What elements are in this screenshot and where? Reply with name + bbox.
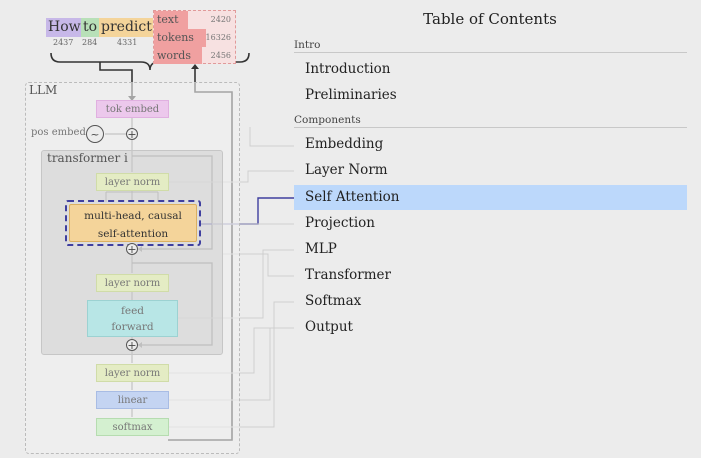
self-attention-box[interactable]: multi-head, causal self-attention [65, 200, 201, 246]
toc-title: Table of Contents [423, 10, 557, 28]
token-id: 284 [82, 38, 98, 47]
toc-item-embedding[interactable]: Embedding [294, 132, 687, 157]
layer-norm-box[interactable]: layer norm [96, 364, 169, 382]
toc-item-transformer[interactable]: Transformer [294, 263, 687, 288]
output-value-text: 2420 [210, 15, 231, 24]
toc-item-self-attention[interactable]: Self Attention [294, 185, 687, 210]
token-predict[interactable]: predict [99, 18, 154, 37]
layer-norm-box[interactable]: layer norm [96, 274, 169, 292]
toc-item-projection[interactable]: Projection [294, 211, 687, 236]
toc-item-output[interactable]: Output [294, 315, 687, 340]
transformer-label: transformer i [47, 151, 128, 165]
linear-box[interactable]: linear [96, 391, 169, 409]
pos-embed-label: pos embed [31, 127, 86, 138]
token-how[interactable]: How [46, 18, 83, 37]
output-label-tokens: tokens [157, 31, 194, 44]
toc-item-introduction[interactable]: Introduction [294, 57, 687, 82]
add-icon: + [126, 243, 138, 256]
llm-label: LLM [29, 83, 58, 97]
token-to[interactable]: to [81, 18, 100, 37]
attention-line-1: multi-head, causal [84, 210, 182, 222]
toc-item-preliminaries[interactable]: Preliminaries [294, 83, 687, 108]
toc-section-components: Components [294, 114, 687, 128]
token-id: 4331 [117, 38, 138, 47]
toc-section-intro: Intro [294, 39, 687, 53]
output-value-tokens: 16326 [205, 33, 231, 42]
ffn-line-1: feed [120, 305, 145, 317]
ffn-line-2: forward [111, 321, 154, 333]
layer-norm-box[interactable]: layer norm [96, 173, 169, 191]
output-label-words: words [157, 49, 191, 62]
pos-embed-wave-icon: ~ [86, 125, 104, 143]
output-label-text: text [157, 13, 179, 26]
output-value-words: 2456 [210, 51, 231, 60]
output-box: text 2420 tokens 16326 words 2456 [153, 10, 236, 64]
tok-embed-box[interactable]: tok embed [96, 100, 169, 118]
feed-forward-box[interactable]: feed forward [87, 300, 178, 337]
add-icon: + [126, 128, 138, 141]
add-icon: + [126, 339, 138, 352]
token-id: 2437 [53, 38, 74, 47]
softmax-box[interactable]: softmax [96, 418, 169, 436]
toc-item-mlp[interactable]: MLP [294, 237, 687, 262]
attention-line-2: self-attention [97, 228, 169, 240]
toc-item-layer-norm[interactable]: Layer Norm [294, 158, 687, 183]
toc-item-softmax[interactable]: Softmax [294, 289, 687, 314]
